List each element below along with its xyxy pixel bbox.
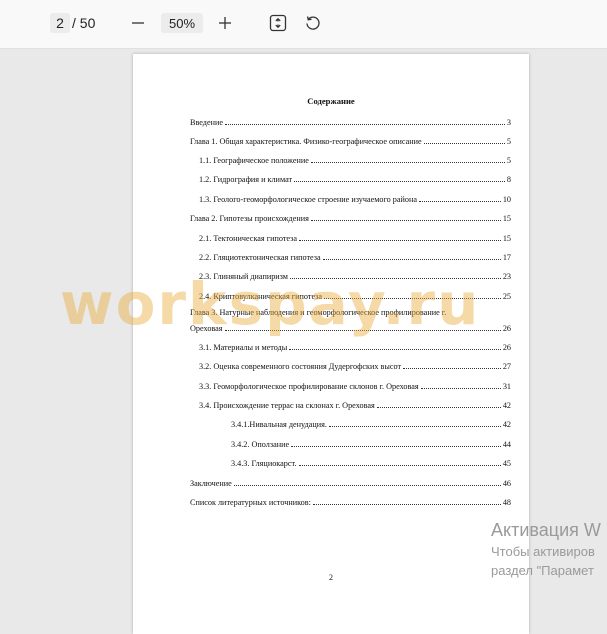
- toc-entry-text: 3.4.3. Гляциокарст.: [231, 459, 297, 468]
- toc-entry[interactable]: 1.3. Геолого-геоморфологическое строение…: [199, 193, 511, 205]
- toc-entry[interactable]: 1.2. Гидрография и климат 8: [199, 173, 511, 185]
- toc-entry-page: 5: [506, 156, 511, 165]
- toc-entry-text: 3.4.1.Нивальная денудация.: [231, 420, 327, 429]
- toc-entry-page: 45: [502, 459, 511, 468]
- toc-entry-page: 23: [502, 272, 511, 281]
- toc-entry-text: 3.4. Происхождение террас на склонах г. …: [199, 401, 375, 410]
- toc-title: Содержание: [307, 96, 355, 106]
- toc-entry-page: 27: [502, 362, 511, 371]
- toc-entry-page: 17: [502, 253, 511, 262]
- rotate-button[interactable]: [302, 12, 324, 34]
- toc-entry[interactable]: Глава 2. Гипотезы происхождения 15: [190, 212, 511, 224]
- toc-entry-text: Глава 1. Общая характеристика. Физико-ге…: [190, 137, 422, 146]
- toc-entry[interactable]: 3.3. Геоморфологическое профилирование с…: [199, 380, 511, 392]
- toc-entry[interactable]: 2.1. Тектоническая гипотеза 15: [199, 232, 511, 244]
- toc-entry[interactable]: 3.4.1.Нивальная денудация. 42: [231, 418, 511, 430]
- minus-icon: [132, 22, 144, 24]
- toc-entry[interactable]: Введение 3: [190, 116, 511, 128]
- zoom-in-button[interactable]: [214, 12, 236, 34]
- document-page: Содержание Введение 3 Глава 1. Общая хара…: [133, 54, 529, 634]
- toc-entry-page: 31: [502, 382, 511, 391]
- toc-entry-page: 3: [506, 118, 511, 127]
- toc-entry-text: 1.1. Географическое положение: [199, 156, 309, 165]
- fit-page-icon: [269, 14, 287, 32]
- toc-entry-text: 1.2. Гидрография и климат: [199, 175, 293, 184]
- toc-entry-page: 5: [506, 137, 511, 146]
- toc-entry[interactable]: Список литературных источников: 48: [190, 496, 511, 508]
- activation-line-2: раздел "Парамет: [491, 563, 594, 578]
- toc-entry-page: 42: [502, 420, 511, 429]
- toc-entry-text: 1.3. Геолого-геоморфологическое строение…: [199, 195, 418, 204]
- fit-page-button[interactable]: [267, 12, 289, 34]
- toc-entry-page: 26: [502, 324, 511, 333]
- toc-entry[interactable]: 3.4. Происхождение террас на склонах г. …: [199, 399, 511, 411]
- activation-title: Активация W: [491, 520, 601, 540]
- toc-entry[interactable]: 2.2. Гляциотектоническая гипотеза 17: [199, 251, 511, 263]
- toc-entry-text: 2.1. Тектоническая гипотеза: [199, 234, 298, 243]
- toc-entry[interactable]: 3.2. Оценка современного состояния Дудер…: [199, 360, 511, 372]
- toc-entry-page: 15: [502, 234, 511, 243]
- toc-entry-page: 8: [506, 175, 511, 184]
- zoom-level[interactable]: 50%: [161, 13, 203, 33]
- toc-entry-page: 26: [502, 343, 511, 352]
- toc-entry[interactable]: 3.1. Материалы и методы 26: [199, 341, 511, 353]
- toc-entry-page: 48: [502, 498, 511, 507]
- page-total: / 50: [72, 15, 96, 31]
- watermark: workspay.ru: [60, 270, 481, 338]
- toc-entry-page: 44: [502, 440, 511, 449]
- toc-entry-text: Введение: [190, 118, 224, 127]
- page-number: 2: [329, 573, 333, 582]
- toc-entry-text: Глава 2. Гипотезы происхождения: [190, 214, 309, 223]
- toc-entry-page: 25: [502, 292, 511, 301]
- zoom-out-button[interactable]: [127, 12, 149, 34]
- windows-activation-notice: Активация W Чтобы активиров раздел "Пара…: [491, 520, 601, 578]
- pdf-toolbar: 2 / 50 50%: [0, 0, 607, 49]
- activation-line-1: Чтобы активиров: [491, 544, 595, 559]
- plus-icon: [219, 17, 231, 29]
- toc-entry[interactable]: 3.4.2. Оползание 44: [231, 438, 511, 450]
- toc-entry-page: 10: [502, 195, 511, 204]
- toc-entry-text: 3.3. Геоморфологическое профилирование с…: [199, 382, 419, 391]
- toc-entry[interactable]: 3.4.3. Гляциокарст. 45: [231, 457, 511, 469]
- toc-entry-page: 15: [502, 214, 511, 223]
- toc-entry[interactable]: Глава 1. Общая характеристика. Физико-ге…: [190, 135, 511, 147]
- toc-entry[interactable]: 1.1. Географическое положение 5: [199, 154, 511, 166]
- toc-entry-text: Список литературных источников:: [190, 498, 311, 507]
- toc-entry[interactable]: Заключение 46: [190, 477, 511, 489]
- toc-entry-page: 46: [502, 479, 511, 488]
- rotate-icon: [306, 16, 320, 30]
- toc-entry-text: 3.2. Оценка современного состояния Дудер…: [199, 362, 402, 371]
- page-number-input[interactable]: 2: [50, 13, 70, 33]
- toc-entry-text: Заключение: [190, 479, 232, 488]
- toc-entry-text: 3.4.2. Оползание: [231, 440, 290, 449]
- toc-entry-page: 42: [502, 401, 511, 410]
- toc-entry-text: 2.2. Гляциотектоническая гипотеза: [199, 253, 321, 262]
- toc-entry-text: 3.1. Материалы и методы: [199, 343, 288, 352]
